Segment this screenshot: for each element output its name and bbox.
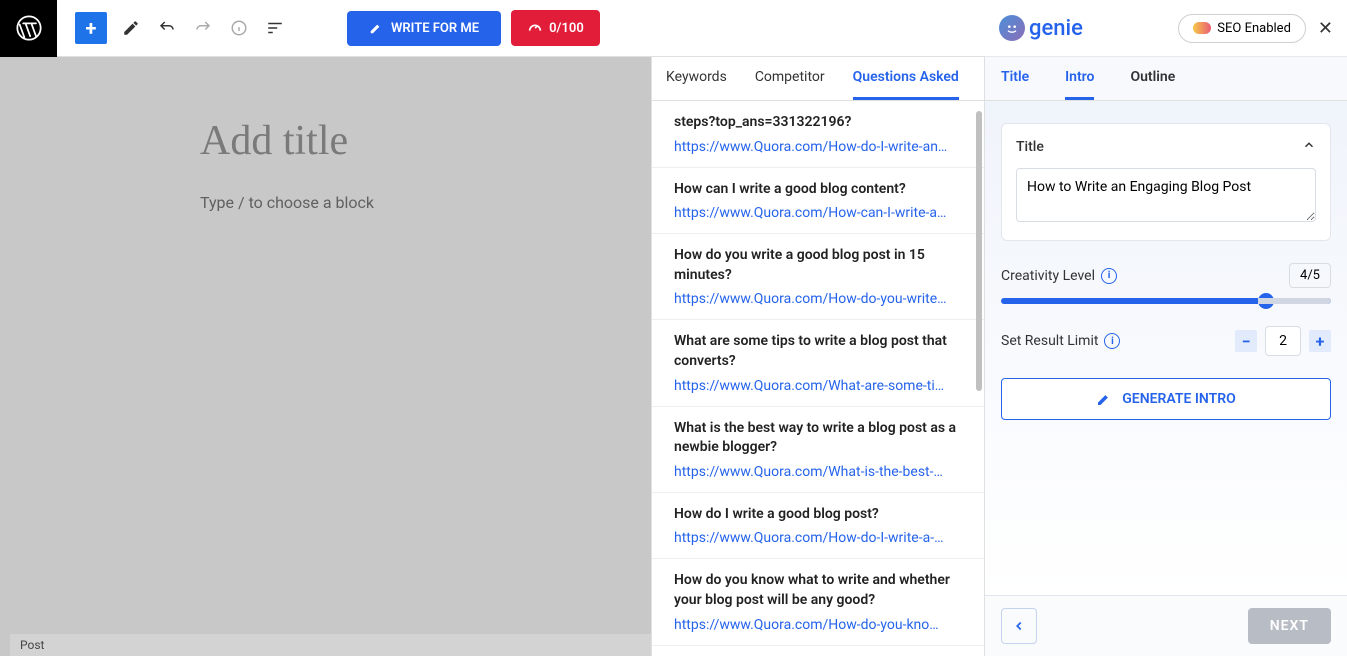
genie-icon (999, 15, 1025, 41)
question-text: What is the best way to write a blog pos… (674, 419, 962, 458)
eye-icon (1193, 22, 1211, 34)
question-text: What are some tips to write a blog post … (674, 332, 962, 371)
post-title-input[interactable]: Add title (200, 117, 451, 165)
editor-footer-status[interactable]: Post (10, 634, 651, 656)
result-limit-input[interactable] (1265, 326, 1301, 356)
outline-icon[interactable] (263, 16, 287, 40)
question-link[interactable]: https://www.Quora.com/What-are-some-ti… (674, 378, 962, 394)
questions-list[interactable]: steps?top_ans=331322196? https://www.Quor… (652, 101, 984, 656)
seo-score-value: 0/100 (549, 21, 584, 36)
tab-intro[interactable]: Intro (1065, 57, 1094, 100)
tab-competitor[interactable]: Competitor (755, 57, 825, 100)
next-button[interactable]: NEXT (1248, 608, 1331, 644)
question-text: How can I write a good blog content? (674, 180, 962, 200)
question-link[interactable]: https://www.Quora.com/How-do-I-write-an… (674, 139, 962, 155)
generate-intro-label: GENERATE INTRO (1122, 391, 1236, 407)
genie-brand: genie (999, 15, 1083, 41)
scrollbar[interactable] (976, 111, 982, 391)
question-item[interactable]: How do you know what to write and whethe… (652, 559, 984, 645)
wordpress-logo[interactable] (0, 0, 57, 57)
redo-icon[interactable] (191, 16, 215, 40)
generate-intro-button[interactable]: GENERATE INTRO (1001, 378, 1331, 420)
edit-icon[interactable] (119, 16, 143, 40)
add-block-button[interactable]: + (75, 12, 107, 44)
question-item[interactable]: How can I write a good blog content? http… (652, 168, 984, 235)
seo-enabled-label: SEO Enabled (1217, 21, 1291, 36)
post-body-placeholder[interactable]: Type / to choose a block (200, 193, 451, 212)
question-item[interactable]: steps?top_ans=331322196? https://www.Quor… (652, 101, 984, 168)
info-icon[interactable]: i (1101, 268, 1117, 284)
editor-area[interactable]: Add title Type / to choose a block Post (0, 57, 651, 656)
increment-button[interactable]: + (1309, 330, 1331, 352)
creativity-value: 4/5 (1289, 263, 1331, 288)
tab-questions-asked[interactable]: Questions Asked (853, 57, 959, 100)
tab-title[interactable]: Title (1001, 57, 1029, 100)
seo-score-button[interactable]: 0/100 (511, 10, 600, 46)
write-for-me-button[interactable]: WRITE FOR ME (347, 11, 501, 46)
close-icon[interactable]: ✕ (1318, 18, 1333, 39)
question-item[interactable]: What is the best way to write a blog pos… (652, 407, 984, 493)
question-text: How do you write a good blog post in 15 … (674, 246, 962, 285)
info-icon[interactable] (227, 16, 251, 40)
back-button[interactable] (1001, 608, 1037, 644)
info-icon[interactable]: i (1104, 333, 1120, 349)
question-text: How do you know what to write and whethe… (674, 571, 962, 610)
title-input[interactable] (1016, 168, 1316, 222)
seo-enabled-pill[interactable]: SEO Enabled (1178, 14, 1306, 43)
creativity-label: Creativity Level i (1001, 268, 1117, 284)
brand-text: genie (1029, 15, 1083, 41)
undo-icon[interactable] (155, 16, 179, 40)
question-item[interactable]: What are some tips to write a blog post … (652, 320, 984, 406)
title-card-label: Title (1016, 139, 1044, 155)
question-item[interactable]: How do I write a good blog post? https://… (652, 493, 984, 560)
question-link[interactable]: https://www.Quora.com/How-can-I-write-a… (674, 205, 962, 221)
slider-thumb[interactable] (1258, 293, 1274, 309)
question-text: steps?top_ans=331322196? (674, 113, 962, 133)
question-link[interactable]: https://www.Quora.com/How-do-you-kno… (674, 617, 962, 633)
question-text: How do I write a good blog post? (674, 505, 962, 525)
question-item[interactable]: How do you write a good blog post in 15 … (652, 234, 984, 320)
tab-keywords[interactable]: Keywords (666, 57, 727, 100)
question-link[interactable]: https://www.Quora.com/What-is-the-best-… (674, 464, 962, 480)
creativity-slider[interactable] (1001, 298, 1331, 304)
chevron-up-icon[interactable] (1302, 138, 1316, 156)
question-link[interactable]: https://www.Quora.com/How-do-I-write-a-… (674, 530, 962, 546)
decrement-button[interactable]: − (1235, 330, 1257, 352)
result-limit-label: Set Result Limit i (1001, 333, 1120, 349)
tab-outline[interactable]: Outline (1130, 57, 1175, 100)
question-link[interactable]: https://www.Quora.com/How-do-you-write… (674, 291, 962, 307)
write-for-me-label: WRITE FOR ME (391, 21, 479, 36)
title-card: Title (1001, 123, 1331, 241)
